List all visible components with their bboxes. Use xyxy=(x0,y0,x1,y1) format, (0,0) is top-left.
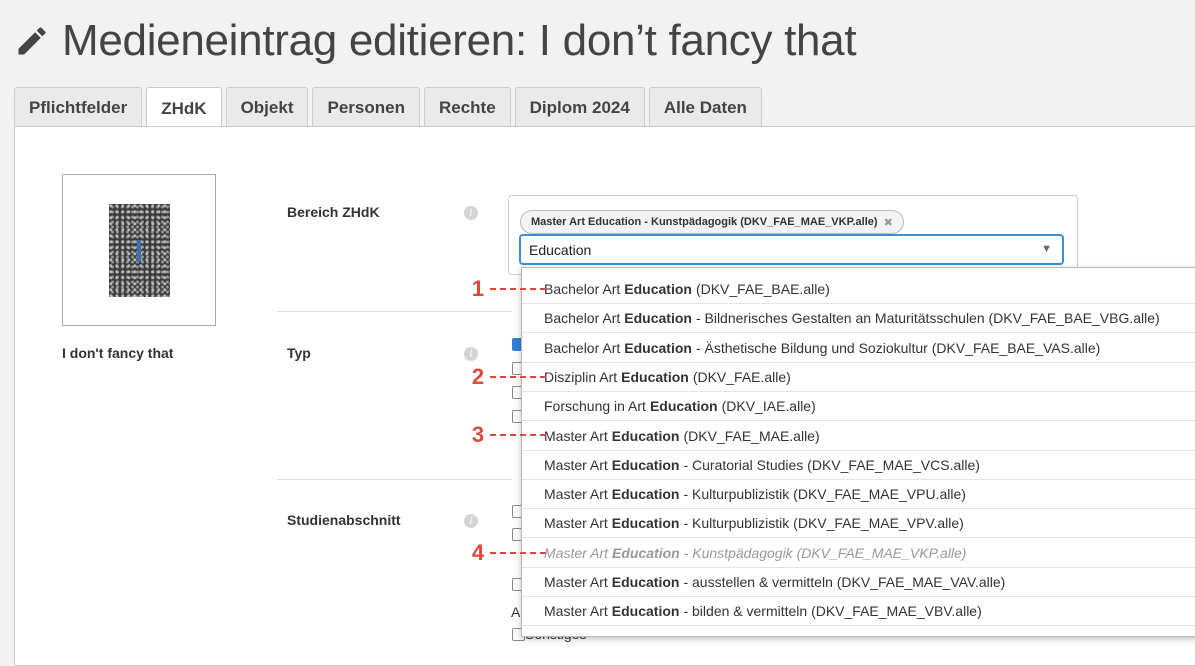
option-prefix: Bachelor Art xyxy=(544,310,621,327)
option-suffix: - Bildnerisches Gestalten an Maturitätss… xyxy=(695,310,1160,327)
field-label-studienabschnitt: Studienabschnitt xyxy=(287,512,401,528)
field-label-typ: Typ xyxy=(287,345,311,361)
tab-alle-daten[interactable]: Alle Daten xyxy=(648,87,762,127)
option-suffix: - Curatorial Studies (DKV_FAE_MAE_VCS.al… xyxy=(683,456,980,473)
tab-personen[interactable]: Personen xyxy=(312,87,420,127)
field-label-bereich: Bereich ZHdK xyxy=(287,204,380,220)
option-suffix: - Ästhetische Bildung und Soziokultur (D… xyxy=(695,339,1101,356)
dropdown-option[interactable]: Master Art Education - ausstellen & vermit… xyxy=(522,568,1195,597)
option-prefix: Master Art xyxy=(544,515,608,532)
option-match: Education xyxy=(624,310,692,327)
search-input[interactable]: Education ▼ xyxy=(519,234,1064,265)
option-match: Education xyxy=(611,427,680,444)
option-prefix: Bachelor Art xyxy=(544,281,621,297)
option-suffix: (DKV_FAE_MAE.alle) xyxy=(683,427,820,444)
page-title-text: Medieneintrag editieren: I don’t fancy t… xyxy=(62,16,857,65)
option-match: Education xyxy=(611,603,680,620)
option-suffix: (DKV_IAE.alle) xyxy=(721,398,816,415)
search-input-value: Education xyxy=(529,241,592,258)
tab-diplom-2024[interactable]: Diplom 2024 xyxy=(514,87,645,127)
dropdown-option: Master Art Education - Kunstpädagogik (DKV… xyxy=(522,539,1195,568)
option-suffix: (DKV_FAE.alle) xyxy=(692,368,791,385)
option-prefix: Master Art xyxy=(544,544,609,561)
option-prefix: Master Art xyxy=(544,427,608,444)
dropdown-option[interactable]: Bachelor Art Education - Ästhetische Bildu… xyxy=(522,334,1195,363)
tab-objekt[interactable]: Objekt xyxy=(225,87,309,127)
remove-chip-icon[interactable]: ✖ xyxy=(884,216,893,229)
selected-chip: Master Art Education - Kunstpädagogik (D… xyxy=(520,210,904,234)
option-match: Education xyxy=(611,486,680,503)
thumbnail-image xyxy=(109,204,170,297)
option-match: Education xyxy=(611,456,680,473)
info-icon[interactable]: i xyxy=(464,347,478,361)
tab-bar: Pflichtfelder ZHdK Objekt Personen Recht… xyxy=(14,87,762,129)
media-thumbnail[interactable] xyxy=(62,174,216,326)
option-match: Education xyxy=(649,398,718,415)
option-match: Education xyxy=(611,515,680,532)
dropdown-option[interactable]: Disziplin Art Education (DKV_FAE.alle) xyxy=(522,363,1195,392)
info-icon[interactable]: i xyxy=(464,514,478,528)
option-prefix: Master Art xyxy=(544,603,608,620)
dropdown-option[interactable]: Bachelor Art Education - Bildnerisches Ges… xyxy=(522,304,1195,334)
dropdown-option[interactable]: Master Art Education - Curatorial Studies … xyxy=(522,451,1195,480)
options-dropdown: Bachelor Art Education (DKV_FAE_BAE.alle) B… xyxy=(521,267,1195,637)
option-match: Education xyxy=(624,281,692,297)
dropdown-option[interactable]: Forschung in Art Education (DKV_IAE.alle) xyxy=(522,392,1195,422)
marker-3: 3 xyxy=(470,422,546,448)
selected-chip-label: Master Art Education - Kunstpädagogik (D… xyxy=(531,216,878,228)
dropdown-option[interactable]: Master Art Education - bilden & vermitteln… xyxy=(522,597,1195,627)
marker-4: 4 xyxy=(470,540,546,566)
marker-1: 1 xyxy=(470,276,546,302)
option-match: Education xyxy=(612,544,680,561)
option-prefix: Master Art xyxy=(544,456,608,473)
option-suffix: - ausstellen & vermitteln (DKV_FAE_MAE_V… xyxy=(683,574,1006,590)
divider xyxy=(277,311,512,312)
tab-zhdk[interactable]: ZHdK xyxy=(146,87,222,129)
option-prefix: Master Art xyxy=(544,574,608,590)
option-suffix: - Kulturpublizistik (DKV_FAE_MAE_VPV.all… xyxy=(683,515,964,532)
option-match: Education xyxy=(624,339,692,356)
option-suffix: - Kulturpublizistik (DKV_FAE_MAE_VPU.all… xyxy=(683,486,966,503)
option-match: Education xyxy=(611,574,680,590)
option-prefix: Disziplin Art xyxy=(544,368,618,385)
info-icon[interactable]: i xyxy=(464,206,478,220)
option-prefix: Bachelor Art xyxy=(544,339,621,356)
media-caption: I don't fancy that xyxy=(62,345,174,361)
option-match: Education xyxy=(621,368,689,385)
dropdown-option[interactable]: Master Art Education - Kulturpublizistik (… xyxy=(522,480,1195,510)
divider xyxy=(277,479,512,480)
marker-2: 2 xyxy=(470,364,546,390)
tab-pflichtfelder[interactable]: Pflichtfelder xyxy=(14,87,143,127)
pencil-icon xyxy=(18,27,46,55)
chevron-down-icon[interactable]: ▼ xyxy=(1041,243,1052,255)
option-suffix: - bilden & vermitteln (DKV_FAE_MAE_VBV.a… xyxy=(683,603,982,620)
option-prefix: Forschung in Art xyxy=(544,398,646,415)
dropdown-option[interactable]: Bachelor Art Education (DKV_FAE_BAE.alle) xyxy=(522,275,1195,304)
option-suffix: (DKV_FAE_BAE.alle) xyxy=(695,281,830,297)
page-title: Medieneintrag editieren: I don’t fancy t… xyxy=(14,6,857,76)
option-prefix: Master Art xyxy=(544,486,608,503)
dropdown-option[interactable]: Master Art Education - Kulturpublizistik (… xyxy=(522,509,1195,539)
tab-rechte[interactable]: Rechte xyxy=(423,87,511,127)
option-suffix: - Kunstpädagogik (DKV_FAE_MAE_VKP.alle) xyxy=(683,544,967,561)
dropdown-option[interactable]: Master Art Education (DKV_FAE_MAE.alle) xyxy=(522,422,1195,451)
